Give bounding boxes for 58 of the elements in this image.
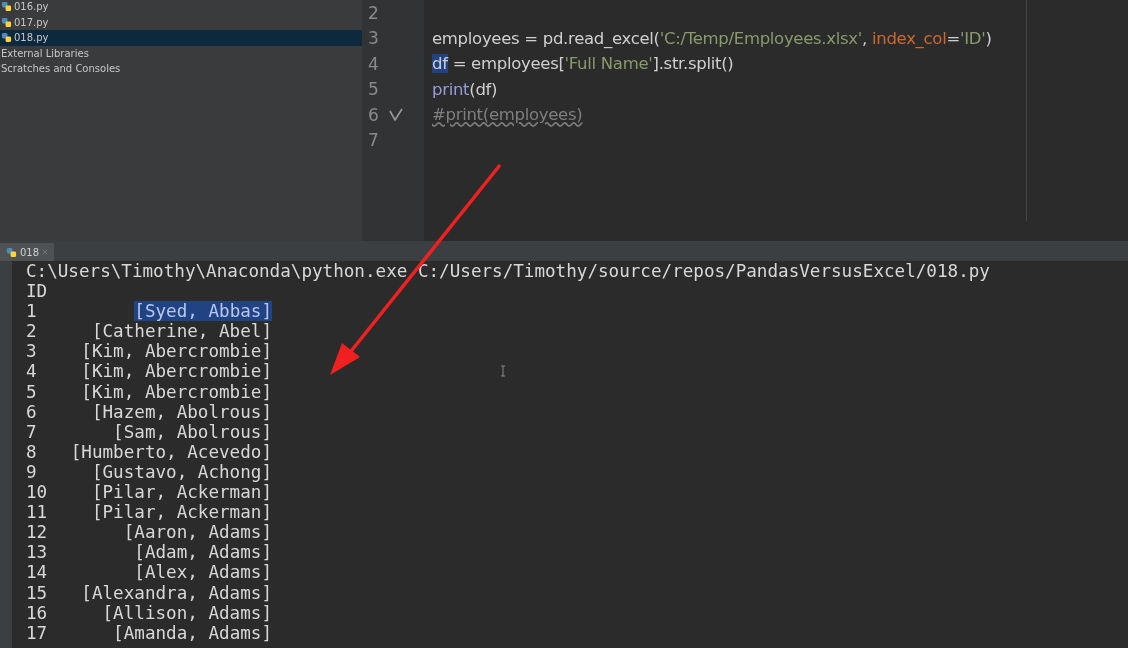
console-value: [Adam, Adams] xyxy=(134,542,272,563)
console-value: [Sam, Abolrous] xyxy=(113,421,272,442)
console-index: 17 xyxy=(26,622,49,643)
console-value: [Pilar, Ackerman] xyxy=(91,482,272,503)
console-command: C:\Users\Timothy\Anaconda\python.exe C:/Users/Timothy/source/repos/PandasVersusExcel/018.py xyxy=(26,261,990,282)
line-number: 4 xyxy=(368,53,380,74)
console-index: 2 xyxy=(26,321,38,342)
console-index: 7 xyxy=(26,421,38,442)
console-text: ID xyxy=(26,281,48,302)
code-line: employees = pd.read_excel('C:/Temp/Employees.xlsx', index_col='ID') xyxy=(432,28,992,48)
console-index: 5 xyxy=(26,381,38,402)
console-index: 9 xyxy=(26,461,38,483)
tree-item[interactable]: Scratches and Consoles xyxy=(0,61,362,77)
tree-item[interactable]: 018.py xyxy=(0,30,362,46)
tree-item[interactable]: External Libraries xyxy=(0,45,362,61)
console-index: 6 xyxy=(26,401,38,422)
console-index: 4 xyxy=(26,361,38,382)
code-line: df = employees['Full Name'].str.split() xyxy=(432,54,734,74)
close-icon[interactable] xyxy=(42,249,49,255)
console-index: 11 xyxy=(26,502,49,523)
python-file-icon xyxy=(1,1,12,13)
console-index: 3 xyxy=(26,341,38,362)
console-index: 16 xyxy=(26,602,49,623)
console-value: [Humberto, Acevedo] xyxy=(70,441,272,462)
console-value: [Aaron, Adams] xyxy=(123,522,272,543)
python-icon xyxy=(6,246,17,258)
line-number: 6 xyxy=(368,104,380,125)
code-line: print(df) xyxy=(432,79,498,99)
console-index: 14 xyxy=(26,562,49,583)
python-file-icon xyxy=(1,32,12,44)
text-cursor-icon xyxy=(500,365,506,377)
run-tab[interactable]: 018 xyxy=(0,243,55,261)
tree-item[interactable]: 017.py xyxy=(0,14,362,30)
console-index: 13 xyxy=(26,542,49,563)
python-file-icon xyxy=(1,16,12,28)
console-value: [Amanda, Adams] xyxy=(113,622,272,643)
console-value: [Syed, Abbas] xyxy=(134,301,272,322)
console-value: [Kim, Abercrombie] xyxy=(81,361,272,382)
console-value: [Pilar, Ackerman] xyxy=(91,502,272,523)
console-value: [Hazem, Abolrous] xyxy=(91,401,272,422)
console-index: 1 xyxy=(26,301,38,322)
code-line: #print(employees) xyxy=(432,105,583,125)
tree-item[interactable]: 016.py xyxy=(0,0,362,15)
console-value: [Kim, Abercrombie] xyxy=(81,381,272,402)
line-number: 5 xyxy=(368,79,380,100)
console-value: [Alexandra, Adams] xyxy=(81,582,272,603)
console-index: 15 xyxy=(26,582,49,603)
console-index: 12 xyxy=(26,522,49,543)
console-index: 10 xyxy=(26,482,49,503)
console-value: [Gustavo, Achong] xyxy=(91,461,272,482)
console-index: 8 xyxy=(26,441,38,462)
console-value: [Alex, Adams] xyxy=(134,562,272,583)
console-value: [Catherine, Abel] xyxy=(91,321,272,342)
console-value: [Allison, Adams] xyxy=(102,602,272,623)
line-number: 7 xyxy=(368,130,380,151)
line-number: 3 xyxy=(368,28,380,49)
line-number: 2 xyxy=(368,2,380,23)
console-value: [Kim, Abercrombie] xyxy=(81,341,272,362)
